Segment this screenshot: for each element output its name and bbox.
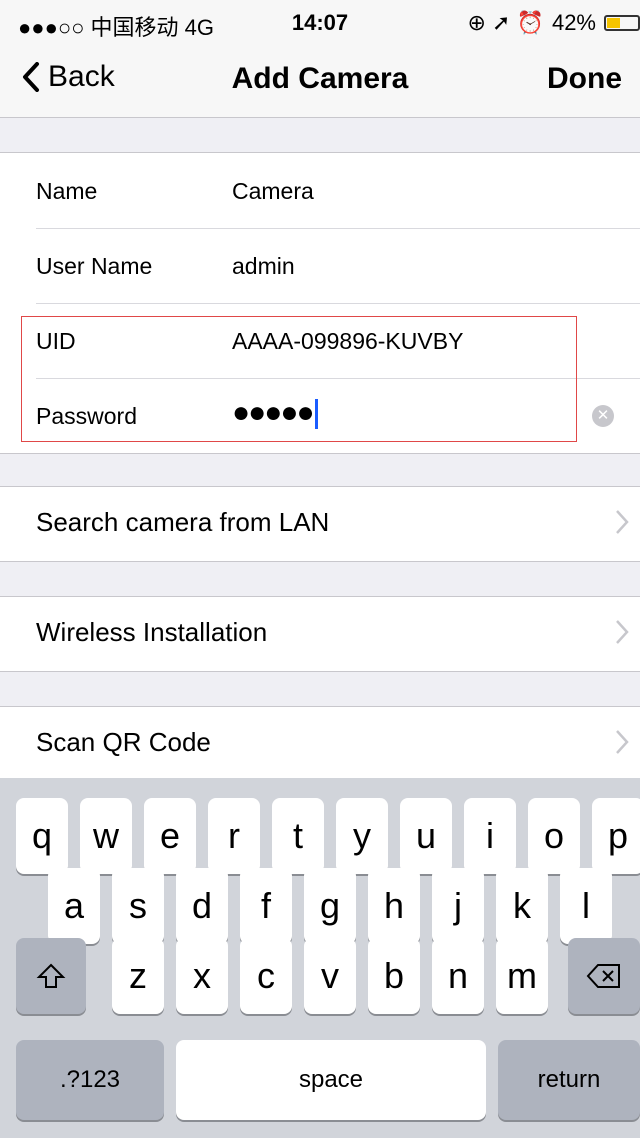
password-label: Password: [36, 403, 137, 429]
scan-qr-label: Scan QR Code: [36, 727, 211, 757]
battery-fill: [607, 18, 620, 28]
uid-label: UID: [36, 328, 76, 354]
back-label: Back: [48, 60, 115, 93]
search-lan-row[interactable]: Search camera from LAN: [0, 486, 640, 562]
space-key[interactable]: space: [176, 1040, 486, 1120]
username-label: User Name: [36, 253, 153, 279]
chevron-right-icon: [616, 510, 629, 534]
uid-field[interactable]: AAAA-099896-KUVBY: [232, 328, 463, 355]
done-button[interactable]: Done: [547, 62, 622, 96]
key-d[interactable]: d: [176, 868, 228, 944]
password-field[interactable]: ●●●●●: [232, 396, 318, 430]
key-s[interactable]: s: [112, 868, 164, 944]
chevron-left-icon: [23, 62, 39, 92]
numbers-key[interactable]: .?123: [16, 1040, 164, 1120]
key-b[interactable]: b: [368, 938, 420, 1014]
key-e[interactable]: e: [144, 798, 196, 874]
shift-icon: [36, 963, 66, 988]
shift-key[interactable]: [16, 938, 86, 1014]
key-c[interactable]: c: [240, 938, 292, 1014]
key-x[interactable]: x: [176, 938, 228, 1014]
wireless-installation-row[interactable]: Wireless Installation: [0, 596, 640, 672]
wireless-installation-label: Wireless Installation: [36, 617, 268, 647]
text-caret: [314, 399, 318, 430]
key-r[interactable]: r: [208, 798, 260, 874]
navigation-bar: Back Add Camera Done: [0, 40, 640, 118]
password-dots: ●●●●●: [232, 396, 315, 429]
keyboard: qwertyuiop asdfghjkl zxcvbnm .?123 space…: [0, 778, 640, 1138]
key-a[interactable]: a: [48, 868, 100, 944]
clear-icon[interactable]: ✕: [592, 405, 614, 427]
return-key[interactable]: return: [498, 1040, 640, 1120]
key-n[interactable]: n: [432, 938, 484, 1014]
key-w[interactable]: w: [80, 798, 132, 874]
password-row: Password ●●●●● ✕: [0, 378, 640, 453]
chevron-right-icon: [616, 730, 629, 754]
key-l[interactable]: l: [560, 868, 612, 944]
key-f[interactable]: f: [240, 868, 292, 944]
key-o[interactable]: o: [528, 798, 580, 874]
key-u[interactable]: u: [400, 798, 452, 874]
battery-icon: [604, 15, 640, 31]
username-row: User Name admin: [0, 228, 640, 303]
search-lan-label: Search camera from LAN: [36, 507, 330, 537]
delete-key[interactable]: [568, 938, 640, 1014]
key-t[interactable]: t: [272, 798, 324, 874]
name-label: Name: [36, 178, 98, 204]
key-v[interactable]: v: [304, 938, 356, 1014]
key-m[interactable]: m: [496, 938, 548, 1014]
scan-qr-row[interactable]: Scan QR Code: [0, 706, 640, 782]
camera-form: Name Camera User Name admin UID AAAA-099…: [0, 152, 640, 454]
status-right: ⊕ ➚ ⏰ 42%: [467, 10, 640, 36]
key-h[interactable]: h: [368, 868, 420, 944]
key-k[interactable]: k: [496, 868, 548, 944]
name-field[interactable]: Camera: [232, 178, 314, 205]
chevron-right-icon: [616, 620, 629, 644]
key-y[interactable]: y: [336, 798, 388, 874]
username-field[interactable]: admin: [232, 253, 295, 280]
battery-percent: 42%: [551, 10, 596, 35]
status-bar: ●●●○○ 中国移动 4G 14:07 ⊕ ➚ ⏰ 42%: [0, 0, 640, 40]
key-g[interactable]: g: [304, 868, 356, 944]
key-q[interactable]: q: [16, 798, 68, 874]
backspace-icon: [586, 964, 620, 988]
back-button[interactable]: Back: [22, 60, 115, 94]
status-icons: ⊕ ➚ ⏰: [467, 10, 544, 35]
name-row: Name Camera: [0, 153, 640, 228]
key-z[interactable]: z: [112, 938, 164, 1014]
key-p[interactable]: p: [592, 798, 640, 874]
key-i[interactable]: i: [464, 798, 516, 874]
key-j[interactable]: j: [432, 868, 484, 944]
uid-row: UID AAAA-099896-KUVBY: [0, 303, 640, 378]
